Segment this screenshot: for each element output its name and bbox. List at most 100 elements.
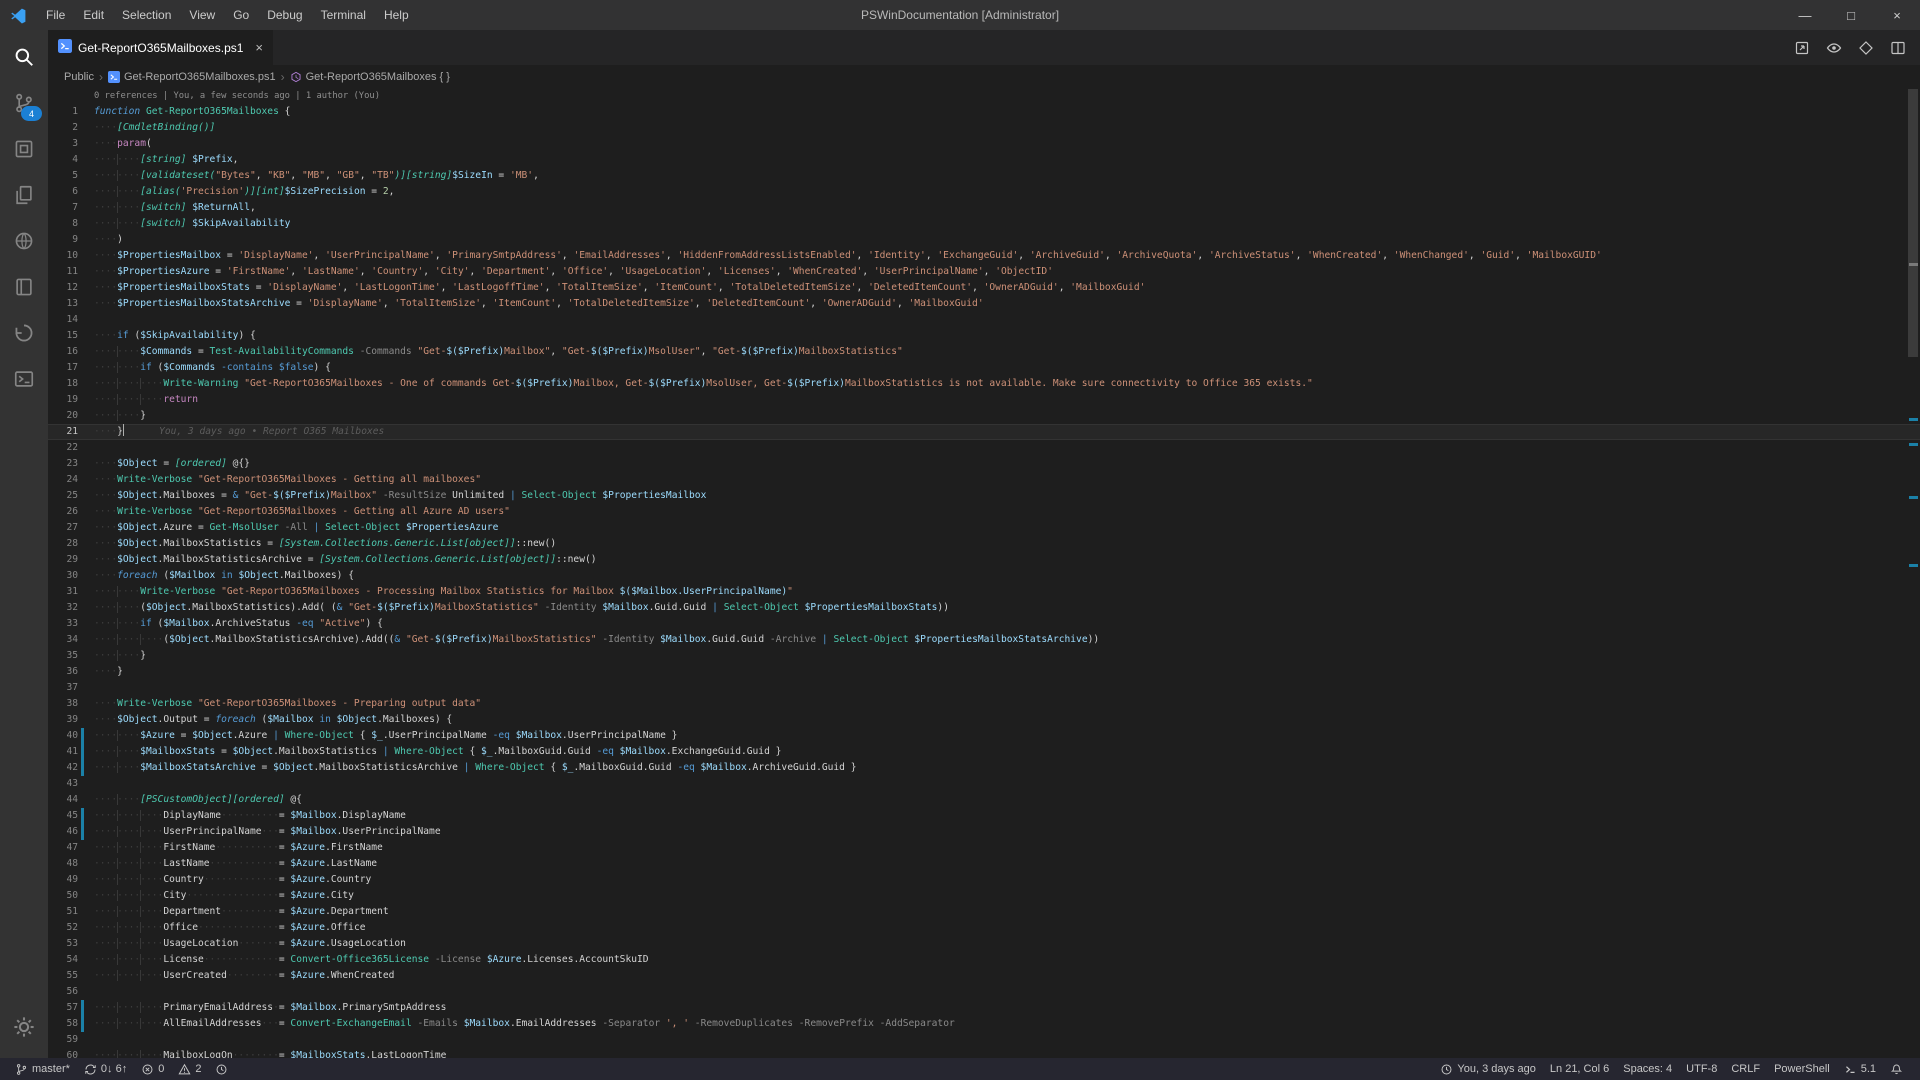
status-problems-errors[interactable]: 0 — [134, 1058, 171, 1080]
editor-group-icon[interactable] — [0, 126, 48, 172]
files-icon[interactable] — [0, 172, 48, 218]
code-line[interactable]: 34············($Object.MailboxStatistics… — [48, 632, 1920, 648]
maximize-button[interactable]: □ — [1828, 0, 1874, 30]
code-line[interactable]: 57············PrimaryEmailAddress·= $Mai… — [48, 1000, 1920, 1016]
code-editor[interactable]: 0 references | You, a few seconds ago | … — [48, 89, 1920, 1058]
code-line[interactable]: 8········[switch] $SkipAvailability — [48, 216, 1920, 232]
gear-icon[interactable] — [0, 1004, 48, 1050]
code-line[interactable]: 18············Write-Warning "Get-ReportO… — [48, 376, 1920, 392]
code-line[interactable]: 19············return — [48, 392, 1920, 408]
code-line[interactable]: 14 — [48, 312, 1920, 328]
code-line[interactable]: 20········} — [48, 408, 1920, 424]
code-line[interactable]: 38····Write-Verbose "Get-ReportO365Mailb… — [48, 696, 1920, 712]
code-line[interactable]: 28····$Object.MailboxStatistics = [Syste… — [48, 536, 1920, 552]
status-problems-warnings[interactable]: 2 — [171, 1058, 208, 1080]
status-powershell-version[interactable]: 5.1 — [1837, 1058, 1883, 1080]
code-line[interactable]: 13····$PropertiesMailboxStatsArchive = '… — [48, 296, 1920, 312]
code-line[interactable]: 26····Write-Verbose "Get-ReportO365Mailb… — [48, 504, 1920, 520]
menu-terminal[interactable]: Terminal — [312, 0, 375, 30]
code-line[interactable]: 44········[PSCustomObject][ordered] @{ — [48, 792, 1920, 808]
minimize-button[interactable]: — — [1782, 0, 1828, 30]
code-line[interactable]: 3····param( — [48, 136, 1920, 152]
terminal-icon[interactable] — [0, 356, 48, 402]
breadcrumb-item[interactable]: Get-ReportO365Mailboxes { } — [290, 71, 450, 83]
code-line[interactable]: 43 — [48, 776, 1920, 792]
status-gitlens-clock[interactable] — [208, 1058, 235, 1080]
status-git-branch[interactable]: master* — [8, 1058, 77, 1080]
code-line[interactable]: 7········[switch] $ReturnAll, — [48, 200, 1920, 216]
code-line[interactable]: 24····Write-Verbose "Get-ReportO365Mailb… — [48, 472, 1920, 488]
code-line[interactable]: 39····$Object.Output = foreach ($Mailbox… — [48, 712, 1920, 728]
tab-get-reporto365mailboxes[interactable]: Get-ReportO365Mailboxes.ps1 × — [48, 30, 273, 65]
code-line[interactable]: 60············MailboxLogOn········= $Mai… — [48, 1048, 1920, 1058]
menu-view[interactable]: View — [180, 0, 224, 30]
code-line[interactable]: 49············Country·············= $Azu… — [48, 872, 1920, 888]
menu-file[interactable]: File — [37, 0, 74, 30]
code-line[interactable]: 16········$Commands = Test-AvailabilityC… — [48, 344, 1920, 360]
status-language-mode[interactable]: PowerShell — [1767, 1058, 1837, 1080]
status-eol[interactable]: CRLF — [1724, 1058, 1767, 1080]
tab-close-icon[interactable]: × — [255, 40, 263, 55]
code-line[interactable]: 55············UserCreated·········= $Azu… — [48, 968, 1920, 984]
menu-selection[interactable]: Selection — [113, 0, 180, 30]
code-line[interactable]: 50············City················= $Azu… — [48, 888, 1920, 904]
breadcrumb-item[interactable]: Public — [64, 71, 94, 83]
code-line[interactable]: 5········[validateset("Bytes", "KB", "MB… — [48, 168, 1920, 184]
code-line[interactable]: 23····$Object = [ordered] @{} — [48, 456, 1920, 472]
code-line[interactable]: 52············Office··············= $Azu… — [48, 920, 1920, 936]
book-icon[interactable] — [0, 264, 48, 310]
status-encoding[interactable]: UTF-8 — [1679, 1058, 1724, 1080]
code-line[interactable]: 15····if ($SkipAvailability) { — [48, 328, 1920, 344]
globe-icon[interactable] — [0, 218, 48, 264]
code-line[interactable]: 17········if ($Commands -contains $false… — [48, 360, 1920, 376]
code-line[interactable]: 53············UsageLocation·······= $Azu… — [48, 936, 1920, 952]
split-editor-icon[interactable] — [1890, 40, 1906, 56]
code-line[interactable]: 25····$Object.Mailboxes = & "Get-$($Pref… — [48, 488, 1920, 504]
code-line[interactable]: 51············Department··········= $Azu… — [48, 904, 1920, 920]
code-line[interactable]: 45············DiplayName··········= $Mai… — [48, 808, 1920, 824]
status-notifications[interactable] — [1883, 1058, 1910, 1080]
menu-debug[interactable]: Debug — [258, 0, 311, 30]
code-line[interactable]: 33········if ($Mailbox.ArchiveStatus -eq… — [48, 616, 1920, 632]
codelens-references[interactable]: 0 references | You, a few seconds ago | … — [94, 89, 1920, 104]
code-line[interactable]: 59 — [48, 1032, 1920, 1048]
status-git-sync[interactable]: 0↓ 6↑ — [77, 1058, 134, 1080]
code-line[interactable]: 1function Get-ReportO365Mailboxes { — [48, 104, 1920, 120]
code-line[interactable]: 22 — [48, 440, 1920, 456]
search-icon[interactable] — [0, 34, 48, 80]
code-line[interactable]: 58············AllEmailAddresses···= Conv… — [48, 1016, 1920, 1032]
menu-edit[interactable]: Edit — [74, 0, 113, 30]
open-changes-icon[interactable] — [1794, 40, 1810, 56]
code-line[interactable]: 29····$Object.MailboxStatisticsArchive =… — [48, 552, 1920, 568]
code-line[interactable]: 47············FirstName···········= $Azu… — [48, 840, 1920, 856]
code-line[interactable]: 6········[alias('Precision')][int]$SizeP… — [48, 184, 1920, 200]
code-line[interactable]: 11····$PropertiesAzure = 'FirstName', 'L… — [48, 264, 1920, 280]
breadcrumb-item[interactable]: Get-ReportO365Mailboxes.ps1 — [108, 71, 276, 83]
scrollbar-thumb[interactable] — [1908, 89, 1918, 357]
status-indentation[interactable]: Spaces: 4 — [1616, 1058, 1679, 1080]
code-line[interactable]: 36····} — [48, 664, 1920, 680]
code-line[interactable]: 10····$PropertiesMailbox = 'DisplayName'… — [48, 248, 1920, 264]
code-line[interactable]: 32········($Object.MailboxStatistics).Ad… — [48, 600, 1920, 616]
history-icon[interactable] — [0, 310, 48, 356]
code-line[interactable]: 37 — [48, 680, 1920, 696]
menu-go[interactable]: Go — [224, 0, 258, 30]
code-line[interactable]: 2····[CmdletBinding()] — [48, 120, 1920, 136]
menu-help[interactable]: Help — [375, 0, 418, 30]
code-line[interactable]: 30····foreach ($Mailbox in $Object.Mailb… — [48, 568, 1920, 584]
code-line[interactable]: 54············License·············= Conv… — [48, 952, 1920, 968]
gitlens-icon[interactable] — [1858, 40, 1874, 56]
code-line[interactable]: 40········$Azure = $Object.Azure | Where… — [48, 728, 1920, 744]
status-cursor-position[interactable]: Ln 21, Col 6 — [1543, 1058, 1616, 1080]
code-line[interactable]: 21····} You, 3 days ago • Report O365 Ma… — [48, 424, 1920, 440]
code-line[interactable]: 46············UserPrincipalName···= $Mai… — [48, 824, 1920, 840]
code-line[interactable]: 9····) — [48, 232, 1920, 248]
code-line[interactable]: 31········Write-Verbose "Get-ReportO365M… — [48, 584, 1920, 600]
code-line[interactable]: 27····$Object.Azure = Get-MsolUser -All … — [48, 520, 1920, 536]
code-line[interactable]: 12····$PropertiesMailboxStats = 'Display… — [48, 280, 1920, 296]
code-line[interactable]: 56 — [48, 984, 1920, 1000]
close-button[interactable]: × — [1874, 0, 1920, 30]
code-line[interactable]: 41········$MailboxStats = $Object.Mailbo… — [48, 744, 1920, 760]
code-line[interactable]: 4········[string] $Prefix, — [48, 152, 1920, 168]
code-line[interactable]: 42········$MailboxStatsArchive = $Object… — [48, 760, 1920, 776]
